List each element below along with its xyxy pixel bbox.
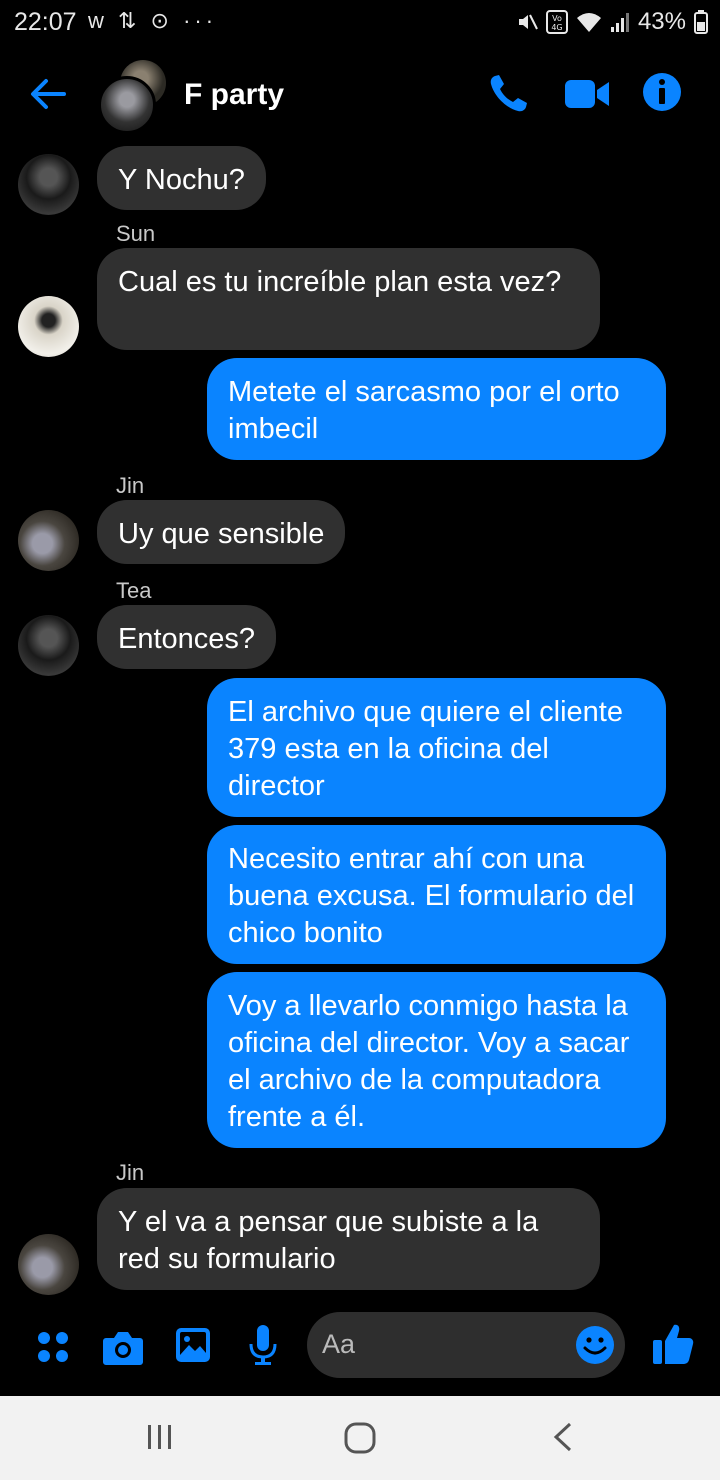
recent-apps-icon[interactable] [146, 1422, 174, 1452]
apps-icon[interactable] [36, 1330, 70, 1364]
mic-icon[interactable] [248, 1324, 278, 1366]
sender-name: Tea [116, 578, 152, 603]
camera-icon[interactable] [102, 1328, 144, 1366]
thumbs-up-icon[interactable] [652, 1322, 694, 1366]
incoming-message[interactable]: Y el va a pensar que subiste a la red su… [97, 1188, 600, 1290]
message-input-placeholder: Aa [322, 1329, 356, 1359]
info-icon[interactable] [642, 72, 682, 112]
emoji-icon[interactable] [575, 1325, 615, 1365]
avatar[interactable] [18, 154, 79, 215]
avatar[interactable] [18, 510, 79, 571]
avatar[interactable] [18, 1234, 79, 1295]
avatar[interactable] [18, 615, 79, 676]
notification-icons: w ⇅ ⊙ ··· [88, 8, 218, 33]
outgoing-message[interactable]: Metete el sarcasmo por el orto imbecil [207, 358, 666, 460]
status-time: 22:07 [14, 8, 77, 36]
mute-icon [518, 14, 538, 30]
sender-name: Jin [116, 1160, 145, 1185]
status-right: Vo 4G 43% [516, 8, 708, 36]
group-avatar-front[interactable] [98, 76, 156, 134]
battery-percent: 43% [637, 8, 686, 35]
sender-name: Sun [116, 221, 156, 246]
conversation-header: F party [0, 46, 720, 146]
signal-icon [610, 13, 629, 32]
sender-name: Jin [116, 473, 145, 498]
conversation-title[interactable]: F party [184, 78, 284, 112]
nav-back-icon[interactable] [552, 1422, 574, 1452]
message-input[interactable]: Aa [307, 1312, 625, 1378]
back-arrow-icon[interactable] [28, 74, 68, 114]
svg-text:4G: 4G [551, 23, 562, 32]
battery-icon [694, 10, 708, 34]
gallery-icon[interactable] [175, 1327, 211, 1363]
home-icon[interactable] [344, 1422, 376, 1454]
wifi-icon [576, 13, 601, 32]
outgoing-message[interactable]: Necesito entrar ahí con una buena excusa… [207, 825, 666, 964]
incoming-message[interactable]: Entonces? [97, 605, 277, 669]
status-bar: 22:07 w ⇅ ⊙ ··· Vo 4G 43% [0, 0, 720, 46]
volte-icon: Vo 4G [545, 10, 568, 34]
outgoing-message[interactable]: El archivo que quiere el cliente 379 est… [207, 678, 666, 817]
svg-text:Vo: Vo [552, 14, 562, 23]
video-icon[interactable] [564, 76, 610, 112]
incoming-message[interactable]: Uy que sensible [97, 500, 346, 564]
composer-bar: Aa [0, 1312, 720, 1382]
avatar[interactable] [18, 296, 79, 357]
outgoing-message[interactable]: Voy a llevarlo conmigo hasta la oficina … [207, 972, 666, 1148]
system-nav-bar [0, 1396, 720, 1480]
incoming-message[interactable]: Cual es tu increíble plan esta vez? [97, 248, 600, 350]
incoming-message[interactable]: Y Nochu? [97, 146, 266, 210]
phone-icon[interactable] [486, 72, 530, 116]
